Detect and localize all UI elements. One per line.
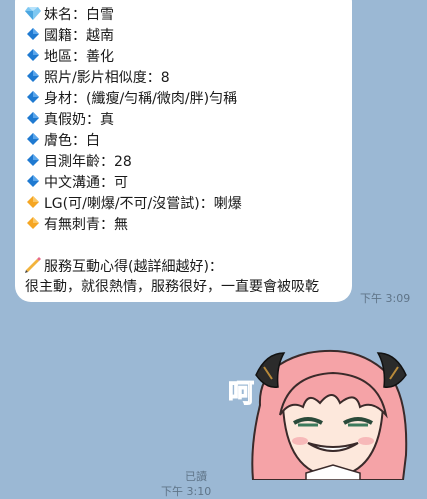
message-line: 有無刺青：無 [25,215,128,234]
line-text: 服務互動心得(越詳細越好)： [44,259,223,275]
orange-diamond-icon [27,217,39,229]
line-text: 身材：(纖瘦/勻稱/微肉/胖)勻稱 [44,91,238,107]
message-line: 妹名：白雪 [25,5,114,24]
message-line: 身材：(纖瘦/勻稱/微肉/胖)勻稱 [25,89,237,108]
blue-diamond-icon [27,28,39,40]
message-line: 很主動，就很熱情，服務很好，一直要會被吸乾 [25,278,319,296]
blue-diamond-icon [27,133,39,145]
message-line: 地區：善化 [25,47,114,66]
message-timestamp: 下午 3:09 [360,292,411,305]
orange-diamond-icon [27,196,39,208]
line-text: 中文溝通：可 [44,175,128,191]
blue-diamond-icon [27,70,39,82]
blue-diamond-icon [27,175,39,187]
message-line: 國籍：越南 [25,26,114,45]
blue-diamond-icon [27,49,39,61]
pencil-icon [25,257,41,273]
message-line: 真假奶：真 [25,110,114,129]
read-receipt: 已讀 [185,470,207,483]
sticker-anya[interactable]: 呵 [228,345,410,480]
sticker-caption: 呵 [228,379,255,410]
line-text: 目測年齡：28 [44,154,132,170]
line-text: 有無刺青：無 [44,217,128,233]
blue-diamond-icon [27,154,39,166]
blue-diamond-icon [27,112,39,124]
line-text: 妹名：白雪 [44,7,114,23]
blue-diamond-icon [27,91,39,103]
line-text: LG(可/喇爆/不可/沒嘗試)：喇爆 [44,196,242,212]
gem-icon [25,7,41,20]
message-line: 目測年齡：28 [25,152,132,171]
line-text: 膚色：白 [44,133,100,149]
message-line: 照片/影片相似度：8 [25,68,170,87]
line-text: 照片/影片相似度：8 [44,70,170,86]
message-line: 中文溝通：可 [25,173,128,192]
svg-text:呵: 呵 [228,379,254,409]
line-text: 國籍：越南 [44,28,114,44]
line-text: 真假奶：真 [44,112,114,128]
line-text: 地區：善化 [44,49,114,65]
message-line: 服務互動心得(越詳細越好)： [25,257,223,276]
message-line: 膚色：白 [25,131,100,150]
message-line: LG(可/喇爆/不可/沒嘗試)：喇爆 [25,194,242,213]
line-text: 很主動，就很熱情，服務很好，一直要會被吸乾 [25,279,319,295]
